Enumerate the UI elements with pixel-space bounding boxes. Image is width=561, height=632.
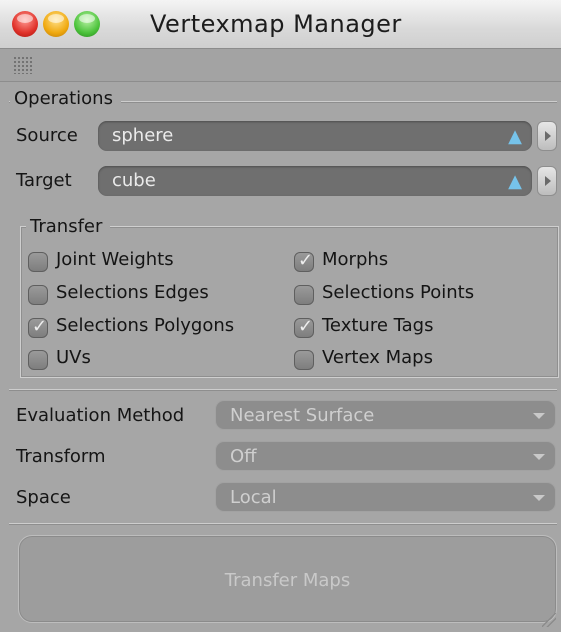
- link-icon[interactable]: ▲: [508, 126, 522, 147]
- source-field[interactable]: sphere ▲: [98, 121, 532, 151]
- checkbox-label-joint-weights: Joint Weights: [56, 249, 174, 270]
- target-field[interactable]: cube ▲: [98, 166, 532, 196]
- checkbox-selections-edges[interactable]: [28, 285, 48, 305]
- resize-handle-icon[interactable]: [542, 613, 556, 627]
- link-icon[interactable]: ▲: [508, 171, 522, 192]
- source-arrow-button[interactable]: [537, 121, 557, 151]
- checkbox-morphs[interactable]: [294, 250, 314, 272]
- checkbox-selections-points[interactable]: [294, 285, 314, 305]
- transform-label: Transform: [16, 446, 106, 467]
- transform-value: Off: [230, 446, 257, 467]
- bottom-divider: [9, 523, 557, 525]
- minimize-button[interactable]: [43, 11, 69, 37]
- chevron-down-icon: [533, 454, 545, 460]
- checkbox-label-selections-polygons: Selections Polygons: [56, 315, 235, 336]
- settings-divider: [9, 389, 557, 391]
- target-arrow-button[interactable]: [537, 166, 557, 196]
- space-value: Local: [230, 487, 277, 508]
- checkbox-uvs[interactable]: [28, 350, 48, 370]
- target-label: Target: [16, 170, 72, 191]
- checkbox-selections-polygons[interactable]: [28, 316, 48, 338]
- checkbox-label-selections-edges: Selections Edges: [56, 282, 209, 303]
- grip-icon[interactable]: [13, 56, 33, 74]
- zoom-button[interactable]: [74, 11, 100, 37]
- space-select[interactable]: Local: [215, 482, 556, 512]
- checkbox-joint-weights[interactable]: [28, 252, 48, 272]
- transfer-maps-label: Transfer Maps: [224, 570, 351, 591]
- checkbox-label-morphs: Morphs: [322, 249, 389, 270]
- transform-select[interactable]: Off: [215, 441, 556, 471]
- checkbox-texture-tags[interactable]: [294, 316, 314, 338]
- space-label: Space: [16, 487, 71, 508]
- source-label: Source: [16, 125, 78, 146]
- evaluation-method-label: Evaluation Method: [16, 405, 185, 426]
- operations-group-label: Operations: [10, 88, 121, 109]
- checkbox-label-selections-points: Selections Points: [322, 282, 475, 303]
- checkbox-label-vertex-maps: Vertex Maps: [322, 347, 433, 368]
- transfer-maps-button[interactable]: Transfer Maps: [18, 535, 557, 623]
- vertexmap-manager-window: Vertexmap Manager Operations Source sphe…: [0, 0, 561, 632]
- checkbox-label-uvs: UVs: [56, 347, 91, 368]
- close-button[interactable]: [12, 11, 38, 37]
- source-value: sphere: [112, 125, 174, 146]
- checkbox-vertex-maps[interactable]: [294, 350, 314, 370]
- evaluation-method-value: Nearest Surface: [230, 405, 375, 426]
- chevron-down-icon: [533, 495, 545, 501]
- window-title: Vertexmap Manager: [150, 10, 402, 38]
- title-bar: Vertexmap Manager: [0, 0, 561, 49]
- checkbox-label-texture-tags: Texture Tags: [322, 315, 434, 336]
- evaluation-method-select[interactable]: Nearest Surface: [215, 400, 556, 430]
- toolbar-strip: [0, 49, 561, 82]
- transfer-group-label: Transfer: [26, 216, 111, 237]
- chevron-down-icon: [533, 413, 545, 419]
- target-value: cube: [112, 170, 156, 191]
